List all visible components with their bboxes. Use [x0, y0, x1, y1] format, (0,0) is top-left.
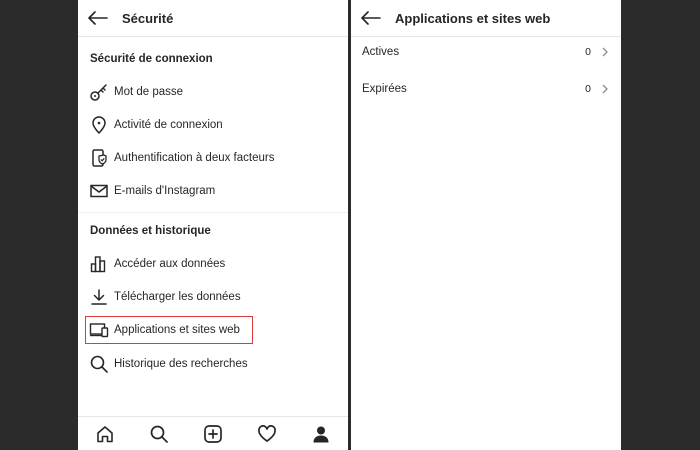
- heart-icon: [258, 424, 276, 442]
- menu-item-label: Mot de passe: [114, 86, 184, 98]
- row-expired[interactable]: Expirées 0: [351, 74, 621, 104]
- chevron-right-icon: [601, 46, 611, 58]
- apps-websites-panel: Applications et sites web Actives 0 Expi…: [351, 0, 621, 450]
- download-icon: [89, 287, 109, 307]
- page-title: Sécurité: [122, 10, 174, 26]
- search-icon: [89, 354, 109, 374]
- section-title-data-history: Données et historique: [90, 225, 211, 237]
- row-count: 0: [585, 83, 591, 95]
- mail-icon: [89, 181, 109, 201]
- nav-home-button[interactable]: [94, 423, 116, 445]
- nav-search-button[interactable]: [148, 423, 170, 445]
- menu-item-login-activity[interactable]: Activité de connexion: [78, 111, 348, 139]
- home-icon: [97, 425, 113, 442]
- menu-item-two-factor[interactable]: Authentification à deux facteurs: [78, 144, 348, 172]
- location-pin-icon: [89, 115, 109, 135]
- nav-activity-button[interactable]: [256, 423, 278, 445]
- page-title: Applications et sites web: [395, 10, 551, 26]
- nav-profile-button[interactable]: [310, 423, 332, 445]
- menu-item-password[interactable]: Mot de passe: [78, 78, 348, 106]
- back-arrow-icon: [361, 11, 381, 25]
- menu-item-label: Historique des recherches: [114, 358, 248, 370]
- security-panel: Sécurité Sécurité de connexion Mot de pa…: [78, 0, 348, 450]
- profile-icon: [313, 426, 329, 442]
- menu-item-apps-websites[interactable]: Applications et sites web: [78, 316, 348, 344]
- menu-item-download-data[interactable]: Télécharger les données: [78, 283, 348, 311]
- menu-item-label: Applications et sites web: [114, 324, 240, 336]
- key-icon: [89, 82, 109, 102]
- phone-shield-icon: [89, 148, 109, 168]
- menu-item-label: E-mails d'Instagram: [114, 185, 216, 197]
- row-label: Actives: [362, 46, 400, 58]
- devices-icon: [89, 320, 109, 340]
- row-count: 0: [585, 46, 591, 58]
- back-button[interactable]: [86, 6, 110, 30]
- menu-item-label: Activité de connexion: [114, 119, 223, 131]
- menu-item-label: Accéder aux données: [114, 258, 226, 270]
- bottom-navigation: [78, 416, 348, 450]
- section-title-login-security: Sécurité de connexion: [90, 53, 213, 65]
- bar-chart-icon: [89, 254, 109, 274]
- nav-add-post-button[interactable]: [202, 423, 224, 445]
- security-header: Sécurité: [78, 0, 348, 37]
- section-divider: [78, 212, 348, 213]
- menu-item-label: Authentification à deux facteurs: [114, 152, 275, 164]
- back-arrow-icon: [88, 11, 108, 25]
- menu-item-access-data[interactable]: Accéder aux données: [78, 250, 348, 278]
- row-active[interactable]: Actives 0: [351, 37, 621, 67]
- apps-websites-header: Applications et sites web: [351, 0, 621, 37]
- chevron-right-icon: [601, 83, 611, 95]
- row-label: Expirées: [362, 83, 407, 95]
- menu-item-search-history[interactable]: Historique des recherches: [78, 350, 348, 378]
- add-post-icon: [204, 424, 222, 443]
- menu-item-label: Télécharger les données: [114, 291, 241, 303]
- back-button[interactable]: [359, 6, 383, 30]
- menu-item-instagram-emails[interactable]: E-mails d'Instagram: [78, 177, 348, 205]
- search-icon: [150, 425, 168, 443]
